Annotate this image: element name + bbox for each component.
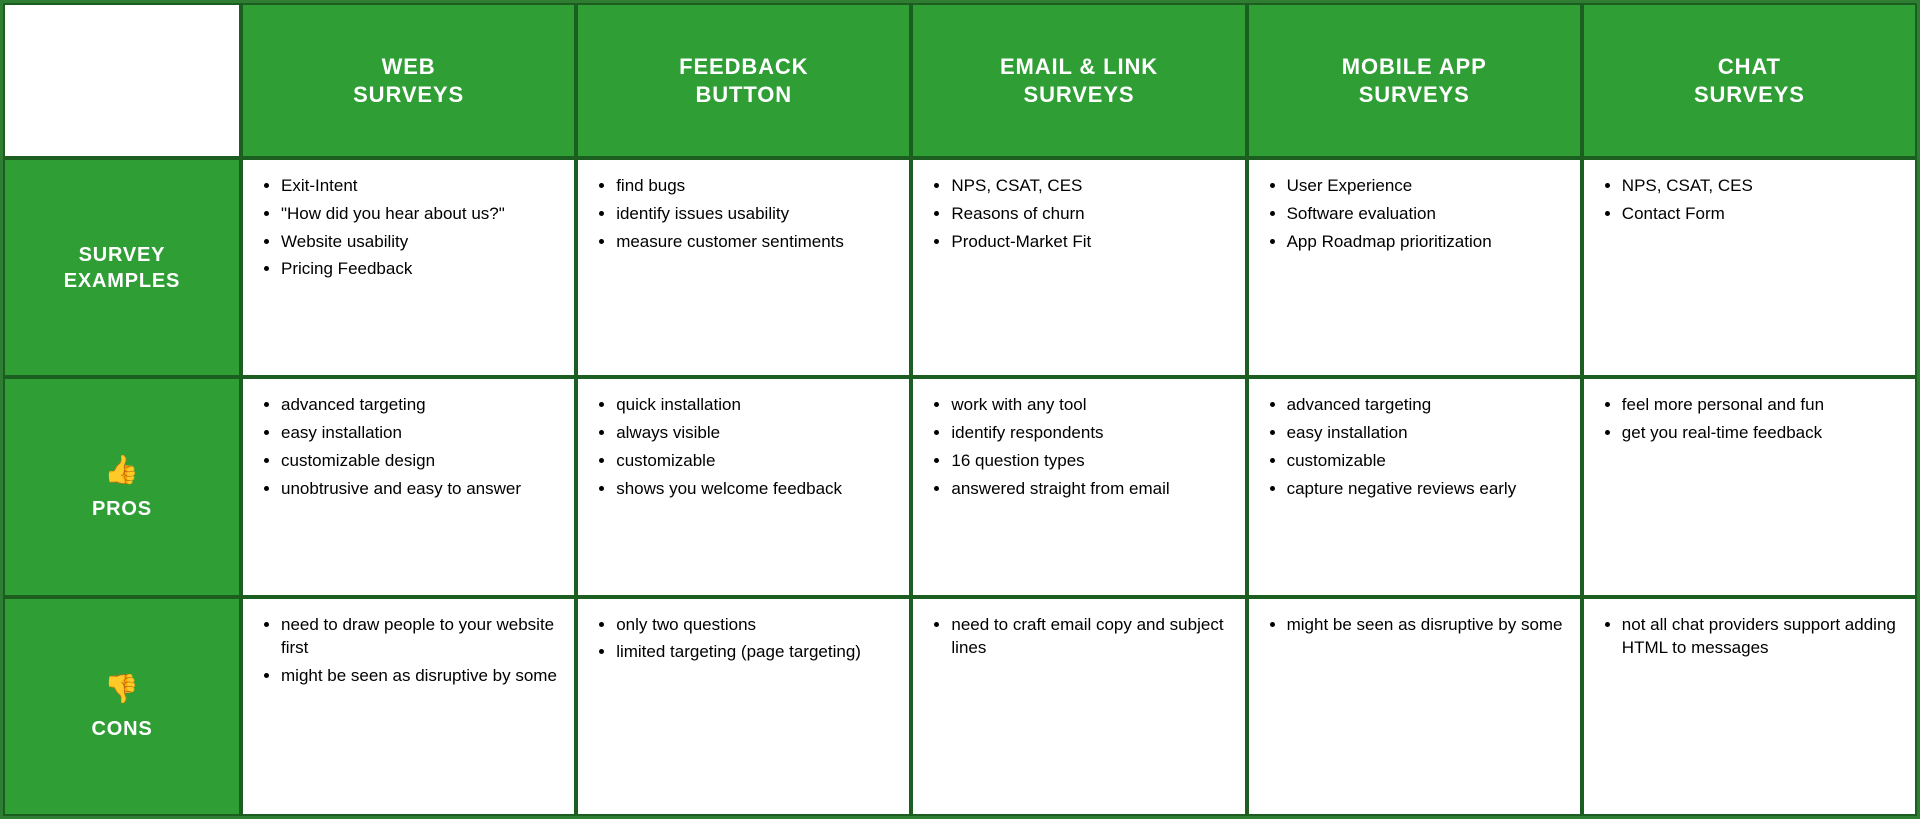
header-col2: FEEDBACK BUTTON	[576, 3, 911, 158]
list-item: Software evaluation	[1287, 202, 1564, 226]
list-item: work with any tool	[951, 393, 1228, 417]
list-item: Reasons of churn	[951, 202, 1228, 226]
survey-examples-col1-list: Exit-Intent "How did you hear about us?"…	[259, 174, 558, 285]
pros-col1: advanced targeting easy installation cus…	[241, 377, 576, 596]
list-item: not all chat providers support adding HT…	[1622, 613, 1899, 661]
list-item: always visible	[616, 421, 893, 445]
survey-examples-col4: User Experience Software evaluation App …	[1247, 158, 1582, 377]
cons-col5-list: not all chat providers support adding HT…	[1600, 613, 1899, 665]
survey-examples-col5-list: NPS, CSAT, CES Contact Form	[1600, 174, 1899, 230]
list-item: customizable	[616, 449, 893, 473]
list-item: customizable	[1287, 449, 1564, 473]
list-item: "How did you hear about us?"	[281, 202, 558, 226]
list-item: easy installation	[1287, 421, 1564, 445]
cons-col5: not all chat providers support adding HT…	[1582, 597, 1917, 816]
header-empty	[3, 3, 241, 158]
pros-col5-list: feel more personal and fun get you real-…	[1600, 393, 1899, 449]
survey-examples-col1: Exit-Intent "How did you hear about us?"…	[241, 158, 576, 377]
list-item: User Experience	[1287, 174, 1564, 198]
cons-col3: need to craft email copy and subject lin…	[911, 597, 1246, 816]
list-item: answered straight from email	[951, 477, 1228, 501]
list-item: Product-Market Fit	[951, 230, 1228, 254]
pros-col2-list: quick installation always visible custom…	[594, 393, 893, 504]
survey-examples-col3: NPS, CSAT, CES Reasons of churn Product-…	[911, 158, 1246, 377]
list-item: need to draw people to your website firs…	[281, 613, 558, 661]
list-item: Exit-Intent	[281, 174, 558, 198]
list-item: shows you welcome feedback	[616, 477, 893, 501]
list-item: customizable design	[281, 449, 558, 473]
list-item: advanced targeting	[1287, 393, 1564, 417]
list-item: identify issues usability	[616, 202, 893, 226]
list-item: need to craft email copy and subject lin…	[951, 613, 1228, 661]
cons-col4: might be seen as disruptive by some	[1247, 597, 1582, 816]
list-item: NPS, CSAT, CES	[951, 174, 1228, 198]
list-item: might be seen as disruptive by some	[1287, 613, 1564, 637]
row-label-survey-examples: SURVEY EXAMPLES	[3, 158, 241, 377]
list-item: easy installation	[281, 421, 558, 445]
list-item: limited targeting (page targeting)	[616, 640, 893, 664]
list-item: Contact Form	[1622, 202, 1899, 226]
survey-examples-col2: find bugs identify issues usability meas…	[576, 158, 911, 377]
survey-examples-col5: NPS, CSAT, CES Contact Form	[1582, 158, 1917, 377]
list-item: identify respondents	[951, 421, 1228, 445]
comparison-table: WEB SURVEYS FEEDBACK BUTTON EMAIL & LINK…	[0, 0, 1920, 819]
header-col5: CHAT SURVEYS	[1582, 3, 1917, 158]
list-item: Website usability	[281, 230, 558, 254]
cons-col3-list: need to craft email copy and subject lin…	[929, 613, 1228, 665]
pros-col4-list: advanced targeting easy installation cus…	[1265, 393, 1564, 504]
header-col3: EMAIL & LINK SURVEYS	[911, 3, 1246, 158]
row-label-pros: 👍 PROS	[3, 377, 241, 596]
list-item: might be seen as disruptive by some	[281, 664, 558, 688]
list-item: quick installation	[616, 393, 893, 417]
list-item: 16 question types	[951, 449, 1228, 473]
list-item: unobtrusive and easy to answer	[281, 477, 558, 501]
row-label-cons: 👎 CONS	[3, 597, 241, 816]
pros-col3: work with any tool identify respondents …	[911, 377, 1246, 596]
list-item: measure customer sentiments	[616, 230, 893, 254]
pros-col5: feel more personal and fun get you real-…	[1582, 377, 1917, 596]
list-item: feel more personal and fun	[1622, 393, 1899, 417]
list-item: only two questions	[616, 613, 893, 637]
header-col1: WEB SURVEYS	[241, 3, 576, 158]
list-item: Pricing Feedback	[281, 257, 558, 281]
list-item: advanced targeting	[281, 393, 558, 417]
pros-col3-list: work with any tool identify respondents …	[929, 393, 1228, 504]
cons-col2-list: only two questions limited targeting (pa…	[594, 613, 893, 669]
survey-examples-col3-list: NPS, CSAT, CES Reasons of churn Product-…	[929, 174, 1228, 257]
pros-col1-list: advanced targeting easy installation cus…	[259, 393, 558, 504]
cons-col1-list: need to draw people to your website firs…	[259, 613, 558, 692]
survey-examples-col2-list: find bugs identify issues usability meas…	[594, 174, 893, 257]
list-item: NPS, CSAT, CES	[1622, 174, 1899, 198]
list-item: find bugs	[616, 174, 893, 198]
cons-col4-list: might be seen as disruptive by some	[1265, 613, 1564, 641]
survey-examples-col4-list: User Experience Software evaluation App …	[1265, 174, 1564, 257]
cons-col2: only two questions limited targeting (pa…	[576, 597, 911, 816]
pros-col4: advanced targeting easy installation cus…	[1247, 377, 1582, 596]
list-item: App Roadmap prioritization	[1287, 230, 1564, 254]
pros-col2: quick installation always visible custom…	[576, 377, 911, 596]
list-item: get you real-time feedback	[1622, 421, 1899, 445]
list-item: capture negative reviews early	[1287, 477, 1564, 501]
header-col4: MOBILE APP SURVEYS	[1247, 3, 1582, 158]
cons-col1: need to draw people to your website firs…	[241, 597, 576, 816]
